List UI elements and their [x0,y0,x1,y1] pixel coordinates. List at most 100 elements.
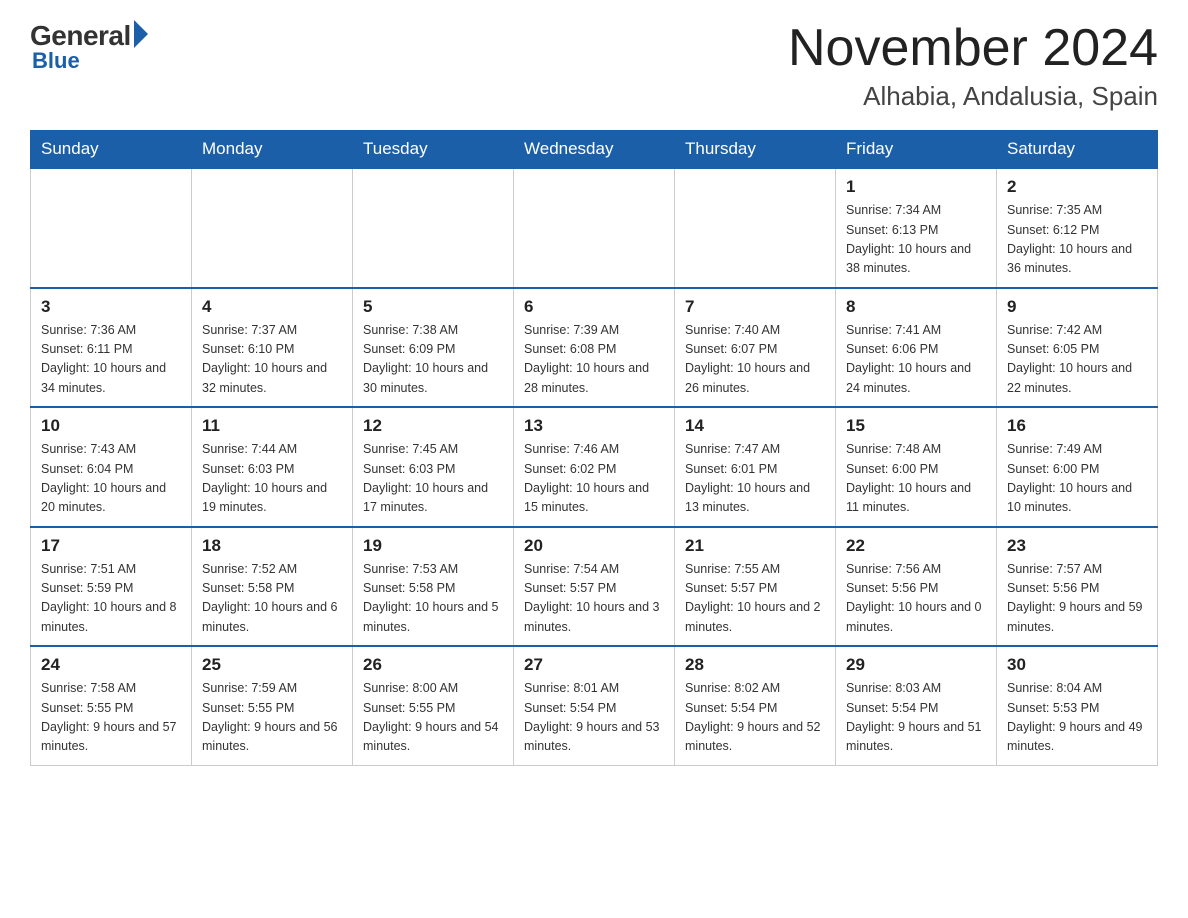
day-of-week-header: Tuesday [353,131,514,169]
day-number: 10 [41,416,181,436]
day-number: 15 [846,416,986,436]
day-info: Sunrise: 7:59 AM Sunset: 5:55 PM Dayligh… [202,679,342,757]
calendar-cell: 18 Sunrise: 7:52 AM Sunset: 5:58 PM Dayli… [192,527,353,647]
week-row: 17 Sunrise: 7:51 AM Sunset: 5:59 PM Dayli… [31,527,1158,647]
calendar-cell: 11 Sunrise: 7:44 AM Sunset: 6:03 PM Dayli… [192,407,353,527]
calendar-cell: 25 Sunrise: 7:59 AM Sunset: 5:55 PM Dayli… [192,646,353,765]
day-of-week-header: Sunday [31,131,192,169]
calendar-cell: 10 Sunrise: 7:43 AM Sunset: 6:04 PM Dayli… [31,407,192,527]
calendar-cell: 15 Sunrise: 7:48 AM Sunset: 6:00 PM Dayli… [836,407,997,527]
day-info: Sunrise: 7:54 AM Sunset: 5:57 PM Dayligh… [524,560,664,638]
day-number: 14 [685,416,825,436]
day-info: Sunrise: 7:43 AM Sunset: 6:04 PM Dayligh… [41,440,181,518]
day-info: Sunrise: 7:37 AM Sunset: 6:10 PM Dayligh… [202,321,342,399]
day-number: 18 [202,536,342,556]
day-number: 19 [363,536,503,556]
logo: General Blue [30,20,148,74]
day-info: Sunrise: 7:55 AM Sunset: 5:57 PM Dayligh… [685,560,825,638]
week-row: 3Sunrise: 7:36 AM Sunset: 6:11 PM Daylig… [31,288,1158,408]
day-number: 23 [1007,536,1147,556]
day-number: 7 [685,297,825,317]
day-of-week-header: Wednesday [514,131,675,169]
day-number: 6 [524,297,664,317]
day-number: 29 [846,655,986,675]
location-title: Alhabia, Andalusia, Spain [788,81,1158,112]
day-info: Sunrise: 7:48 AM Sunset: 6:00 PM Dayligh… [846,440,986,518]
day-number: 5 [363,297,503,317]
day-number: 4 [202,297,342,317]
day-info: Sunrise: 7:52 AM Sunset: 5:58 PM Dayligh… [202,560,342,638]
page-header: General Blue November 2024 Alhabia, Anda… [30,20,1158,112]
calendar-cell: 27Sunrise: 8:01 AM Sunset: 5:54 PM Dayli… [514,646,675,765]
calendar-cell: 23 Sunrise: 7:57 AM Sunset: 5:56 PM Dayli… [997,527,1158,647]
day-number: 25 [202,655,342,675]
calendar-cell: 29 Sunrise: 8:03 AM Sunset: 5:54 PM Dayli… [836,646,997,765]
month-title: November 2024 [788,20,1158,77]
day-info: Sunrise: 7:34 AM Sunset: 6:13 PM Dayligh… [846,201,986,279]
calendar-cell [353,168,514,288]
calendar-cell: 16Sunrise: 7:49 AM Sunset: 6:00 PM Dayli… [997,407,1158,527]
calendar-cell: 14Sunrise: 7:47 AM Sunset: 6:01 PM Dayli… [675,407,836,527]
day-info: Sunrise: 7:44 AM Sunset: 6:03 PM Dayligh… [202,440,342,518]
calendar-cell [192,168,353,288]
calendar-cell: 19 Sunrise: 7:53 AM Sunset: 5:58 PM Dayli… [353,527,514,647]
day-of-week-header: Monday [192,131,353,169]
day-number: 11 [202,416,342,436]
day-info: Sunrise: 7:42 AM Sunset: 6:05 PM Dayligh… [1007,321,1147,399]
calendar-cell [31,168,192,288]
week-row: 1Sunrise: 7:34 AM Sunset: 6:13 PM Daylig… [31,168,1158,288]
day-number: 17 [41,536,181,556]
day-info: Sunrise: 7:45 AM Sunset: 6:03 PM Dayligh… [363,440,503,518]
calendar-cell: 24 Sunrise: 7:58 AM Sunset: 5:55 PM Dayli… [31,646,192,765]
day-info: Sunrise: 8:01 AM Sunset: 5:54 PM Dayligh… [524,679,664,757]
calendar-cell: 30 Sunrise: 8:04 AM Sunset: 5:53 PM Dayli… [997,646,1158,765]
calendar-cell: 2 Sunrise: 7:35 AM Sunset: 6:12 PM Daylig… [997,168,1158,288]
day-info: Sunrise: 7:46 AM Sunset: 6:02 PM Dayligh… [524,440,664,518]
day-info: Sunrise: 7:35 AM Sunset: 6:12 PM Dayligh… [1007,201,1147,279]
calendar-cell: 22 Sunrise: 7:56 AM Sunset: 5:56 PM Dayli… [836,527,997,647]
calendar-cell: 28 Sunrise: 8:02 AM Sunset: 5:54 PM Dayli… [675,646,836,765]
day-number: 22 [846,536,986,556]
calendar-cell: 8Sunrise: 7:41 AM Sunset: 6:06 PM Daylig… [836,288,997,408]
day-info: Sunrise: 7:58 AM Sunset: 5:55 PM Dayligh… [41,679,181,757]
day-of-week-header: Saturday [997,131,1158,169]
day-number: 21 [685,536,825,556]
calendar-cell: 9 Sunrise: 7:42 AM Sunset: 6:05 PM Daylig… [997,288,1158,408]
day-number: 24 [41,655,181,675]
calendar-cell: 4 Sunrise: 7:37 AM Sunset: 6:10 PM Daylig… [192,288,353,408]
day-info: Sunrise: 7:36 AM Sunset: 6:11 PM Dayligh… [41,321,181,399]
day-info: Sunrise: 8:03 AM Sunset: 5:54 PM Dayligh… [846,679,986,757]
day-number: 2 [1007,177,1147,197]
day-info: Sunrise: 7:39 AM Sunset: 6:08 PM Dayligh… [524,321,664,399]
day-info: Sunrise: 7:57 AM Sunset: 5:56 PM Dayligh… [1007,560,1147,638]
calendar-cell: 20 Sunrise: 7:54 AM Sunset: 5:57 PM Dayli… [514,527,675,647]
day-number: 28 [685,655,825,675]
day-number: 13 [524,416,664,436]
week-row: 24 Sunrise: 7:58 AM Sunset: 5:55 PM Dayli… [31,646,1158,765]
calendar-cell: 26 Sunrise: 8:00 AM Sunset: 5:55 PM Dayli… [353,646,514,765]
calendar-header-row: SundayMondayTuesdayWednesdayThursdayFrid… [31,131,1158,169]
day-number: 8 [846,297,986,317]
calendar-cell: 6 Sunrise: 7:39 AM Sunset: 6:08 PM Daylig… [514,288,675,408]
day-of-week-header: Friday [836,131,997,169]
day-info: Sunrise: 7:56 AM Sunset: 5:56 PM Dayligh… [846,560,986,638]
day-number: 26 [363,655,503,675]
title-block: November 2024 Alhabia, Andalusia, Spain [788,20,1158,112]
logo-blue-text: Blue [32,48,80,74]
day-info: Sunrise: 7:40 AM Sunset: 6:07 PM Dayligh… [685,321,825,399]
calendar-cell [675,168,836,288]
day-info: Sunrise: 7:53 AM Sunset: 5:58 PM Dayligh… [363,560,503,638]
calendar-cell: 1Sunrise: 7:34 AM Sunset: 6:13 PM Daylig… [836,168,997,288]
day-number: 20 [524,536,664,556]
day-info: Sunrise: 8:00 AM Sunset: 5:55 PM Dayligh… [363,679,503,757]
day-info: Sunrise: 7:49 AM Sunset: 6:00 PM Dayligh… [1007,440,1147,518]
day-info: Sunrise: 8:04 AM Sunset: 5:53 PM Dayligh… [1007,679,1147,757]
calendar-cell: 13 Sunrise: 7:46 AM Sunset: 6:02 PM Dayli… [514,407,675,527]
logo-arrow-icon [134,20,148,48]
calendar-cell: 3Sunrise: 7:36 AM Sunset: 6:11 PM Daylig… [31,288,192,408]
day-info: Sunrise: 8:02 AM Sunset: 5:54 PM Dayligh… [685,679,825,757]
day-info: Sunrise: 7:51 AM Sunset: 5:59 PM Dayligh… [41,560,181,638]
calendar-cell [514,168,675,288]
day-number: 30 [1007,655,1147,675]
day-number: 9 [1007,297,1147,317]
